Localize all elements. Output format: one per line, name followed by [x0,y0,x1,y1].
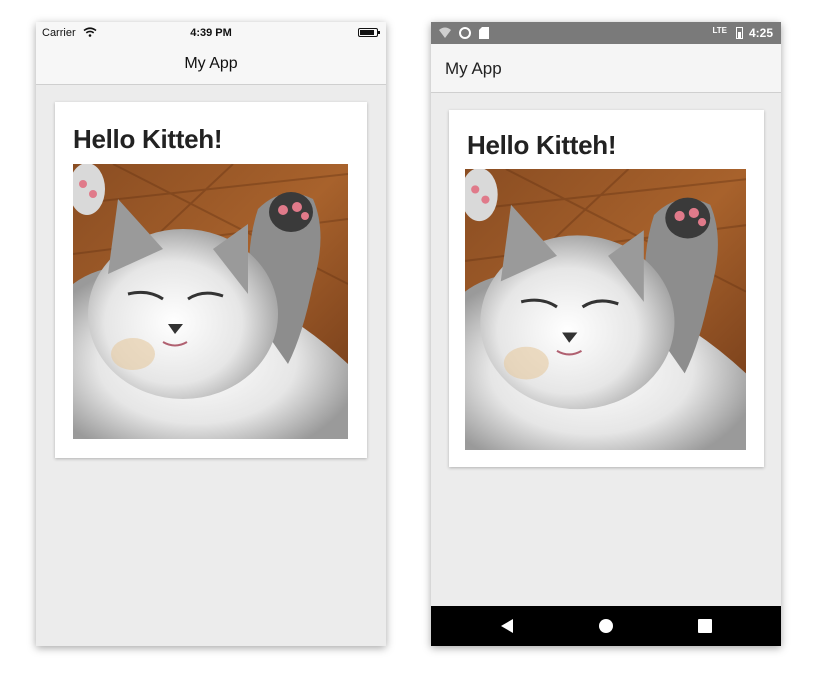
kitten-image [73,164,348,439]
system-navigation-bar [431,606,781,646]
ios-device: Carrier 4:39 PM My App Hello Kitteh! [36,22,386,646]
card-title: Hello Kitteh! [73,124,223,154]
circle-notification-icon [459,27,471,39]
kitten-card: Hello Kitteh! [449,110,764,467]
ios-status-bar: Carrier 4:39 PM [36,22,386,44]
back-icon[interactable] [500,618,514,634]
recents-icon[interactable] [698,619,712,633]
clock: 4:25 [748,26,773,40]
app-title: My App [184,55,238,72]
kitten-card: Hello Kitteh! [55,102,367,458]
battery-icon [736,27,743,39]
wifi-icon [439,27,451,38]
network-type: LTE [712,26,727,35]
clock: 4:39 PM [190,27,232,39]
toolbar: My App [431,44,781,93]
android-status-bar: LTE 4:25 [431,22,781,44]
battery-icon [358,28,380,37]
card-title: Hello Kitteh! [467,130,617,160]
navigation-bar: My App [36,44,386,85]
kitten-image [465,169,746,450]
app-title: My App [445,59,502,78]
home-icon[interactable] [598,618,614,634]
android-device: LTE 4:25 My App Hello Kitteh! [431,22,781,646]
sd-card-icon [479,27,489,39]
